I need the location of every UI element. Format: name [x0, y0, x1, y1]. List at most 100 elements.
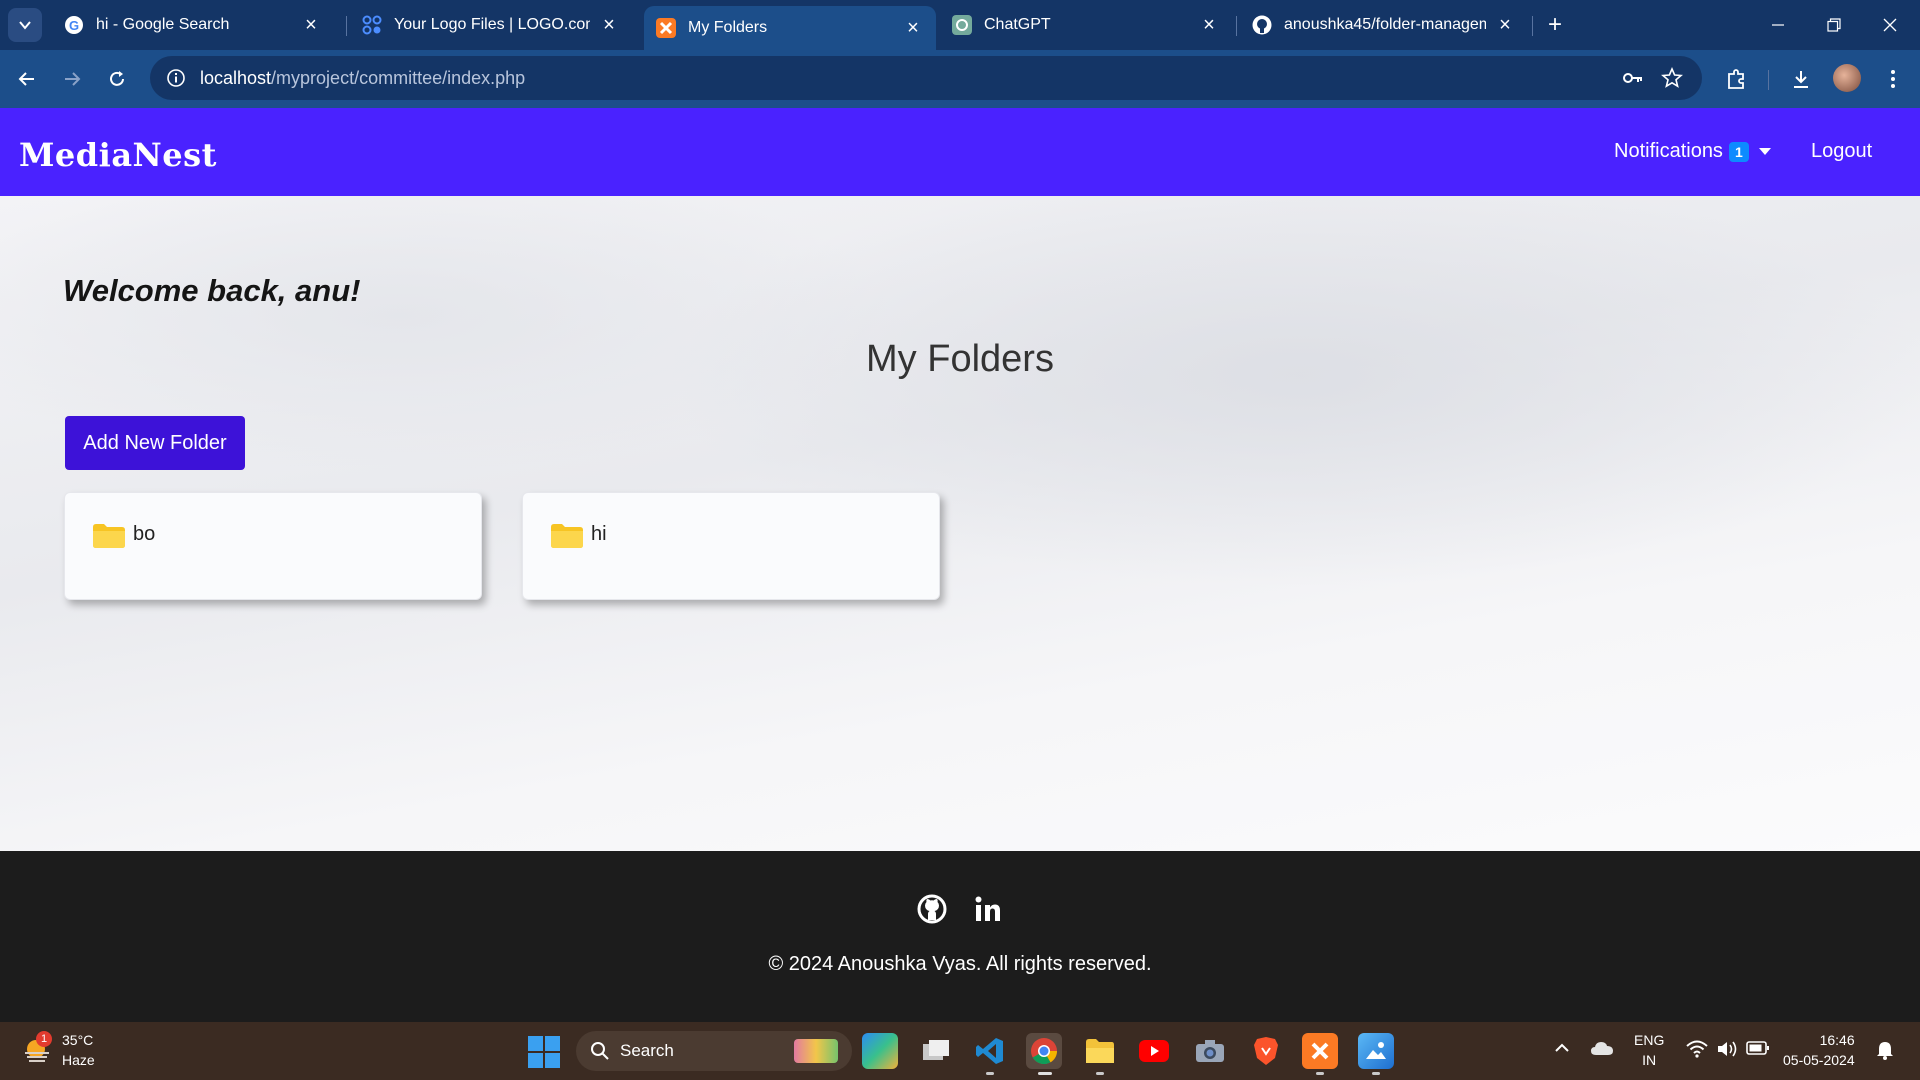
tab-title: Your Logo Files | LOGO.com — [394, 16, 590, 33]
kebab-menu-icon — [1891, 70, 1895, 88]
close-icon[interactable]: × — [300, 14, 322, 36]
tab-logo-com[interactable]: Your Logo Files | LOGO.com × — [350, 0, 632, 50]
notifications-badge: 1 — [1728, 141, 1749, 162]
chrome-app-icon[interactable] — [1026, 1033, 1062, 1069]
taskbar-clock[interactable]: 16:46 05-05-2024 — [1783, 1030, 1855, 1070]
browser-toolbar: localhost/myproject/committee/index.php — [0, 50, 1920, 108]
notifications-dropdown[interactable]: Notifications 1 — [1614, 140, 1771, 163]
copilot-app-icon[interactable] — [862, 1033, 898, 1069]
copyright-text: © 2024 Anoushka Vyas. All rights reserve… — [768, 953, 1152, 975]
forward-arrow-icon — [65, 72, 81, 86]
file-explorer-icon[interactable] — [1082, 1033, 1118, 1069]
tab-divider — [1236, 16, 1237, 36]
forward-button[interactable] — [55, 62, 89, 96]
toolbar-divider — [1768, 70, 1769, 90]
browser-menu-button[interactable] — [1878, 64, 1908, 94]
tab-title: anoushka45/folder-management — [1284, 16, 1486, 33]
input-language-indicator[interactable]: ENG IN — [1634, 1030, 1664, 1070]
google-icon: G — [64, 15, 84, 35]
tab-title: hi - Google Search — [96, 16, 230, 33]
wifi-icon[interactable] — [1686, 1040, 1708, 1061]
close-icon[interactable]: × — [598, 14, 620, 36]
tab-divider — [1532, 16, 1533, 36]
taskbar-search[interactable]: Search — [576, 1031, 852, 1071]
logout-link[interactable]: Logout — [1811, 140, 1872, 163]
windows-logo-tile — [545, 1053, 560, 1068]
battery-icon[interactable] — [1746, 1040, 1770, 1059]
address-bar[interactable]: localhost/myproject/committee/index.php — [150, 56, 1702, 100]
restore-icon — [1827, 18, 1841, 32]
windows-logo-tile — [528, 1036, 543, 1051]
brave-app-icon[interactable] — [1248, 1033, 1284, 1069]
add-folder-button[interactable]: Add New Folder — [65, 416, 245, 470]
restore-button[interactable] — [1806, 0, 1862, 50]
start-button[interactable] — [528, 1036, 560, 1068]
tab-search-button[interactable] — [8, 8, 42, 42]
weather-alert-badge: 1 — [36, 1031, 52, 1047]
site-navbar: MediaNest Notifications 1 Logout — [0, 108, 1920, 196]
tab-divider — [346, 16, 347, 36]
site-info-icon[interactable] — [164, 66, 188, 90]
task-view-icon[interactable] — [918, 1033, 954, 1069]
github-link[interactable] — [916, 893, 948, 925]
close-icon — [1883, 18, 1897, 32]
running-indicator — [1372, 1072, 1380, 1075]
url-text: localhost/myproject/committee/index.php — [200, 68, 525, 89]
photos-app-icon[interactable] — [1358, 1033, 1394, 1069]
region-code: IN — [1642, 1052, 1657, 1068]
tab-google-search[interactable]: G hi - Google Search × — [52, 0, 334, 50]
password-key-icon[interactable] — [1619, 64, 1647, 92]
search-highlight-icon — [794, 1039, 838, 1063]
tab-title: My Folders — [688, 19, 768, 36]
close-window-button[interactable] — [1862, 0, 1918, 50]
dropdown-caret-icon — [1758, 148, 1771, 155]
folder-name: bo — [133, 523, 156, 545]
running-indicator — [1096, 1072, 1104, 1075]
welcome-message: Welcome back, anu! — [63, 273, 361, 308]
running-indicator — [986, 1072, 994, 1075]
windows-logo-tile — [545, 1036, 560, 1051]
linkedin-link[interactable] — [972, 893, 1004, 925]
folder-icon — [551, 524, 583, 548]
reload-button[interactable] — [100, 62, 134, 96]
notification-bell-icon[interactable] — [1876, 1040, 1894, 1063]
bookmark-star-icon[interactable] — [1658, 64, 1686, 92]
volume-icon[interactable] — [1716, 1040, 1738, 1061]
vscode-app-icon[interactable] — [972, 1033, 1008, 1069]
new-tab-button[interactable]: + — [1540, 10, 1570, 40]
chatgpt-icon — [952, 15, 972, 35]
tab-github[interactable]: anoushka45/folder-management × — [1240, 0, 1528, 50]
folder-card[interactable]: bo — [64, 492, 482, 600]
downloads-button[interactable] — [1786, 64, 1816, 94]
tab-chatgpt[interactable]: ChatGPT × — [940, 0, 1232, 50]
weather-description: Haze — [62, 1052, 95, 1068]
tab-my-folders[interactable]: My Folders × — [644, 6, 936, 50]
puzzle-icon — [1728, 69, 1744, 89]
youtube-app-icon[interactable] — [1136, 1033, 1172, 1069]
folder-card[interactable]: hi — [522, 492, 940, 600]
extensions-button[interactable] — [1721, 64, 1751, 94]
xampp-app-icon[interactable] — [1302, 1033, 1338, 1069]
minimize-icon — [1772, 24, 1784, 26]
taskbar-search-label: Search — [620, 1041, 674, 1060]
camera-app-icon[interactable] — [1192, 1033, 1228, 1069]
github-icon — [917, 894, 947, 924]
logo-com-icon — [362, 15, 382, 35]
back-button[interactable] — [10, 62, 44, 96]
weather-widget[interactable]: 1 35°C Haze — [22, 1030, 95, 1070]
url-path: /myproject/committee/index.php — [271, 67, 526, 88]
profile-avatar[interactable] — [1833, 64, 1861, 92]
onedrive-icon[interactable] — [1590, 1040, 1614, 1059]
brand-logo[interactable]: MediaNest — [19, 136, 217, 174]
search-icon — [591, 1042, 609, 1060]
active-indicator — [1038, 1072, 1052, 1075]
svg-text:G: G — [69, 18, 79, 33]
close-icon[interactable]: × — [902, 17, 924, 39]
show-hidden-icons-button[interactable] — [1554, 1040, 1570, 1059]
close-icon[interactable]: × — [1198, 14, 1220, 36]
folder-name: hi — [591, 523, 607, 545]
close-icon[interactable]: × — [1494, 14, 1516, 36]
reload-icon — [110, 71, 124, 86]
minimize-button[interactable] — [1750, 0, 1806, 50]
site-footer: © 2024 Anoushka Vyas. All rights reserve… — [0, 851, 1920, 1022]
